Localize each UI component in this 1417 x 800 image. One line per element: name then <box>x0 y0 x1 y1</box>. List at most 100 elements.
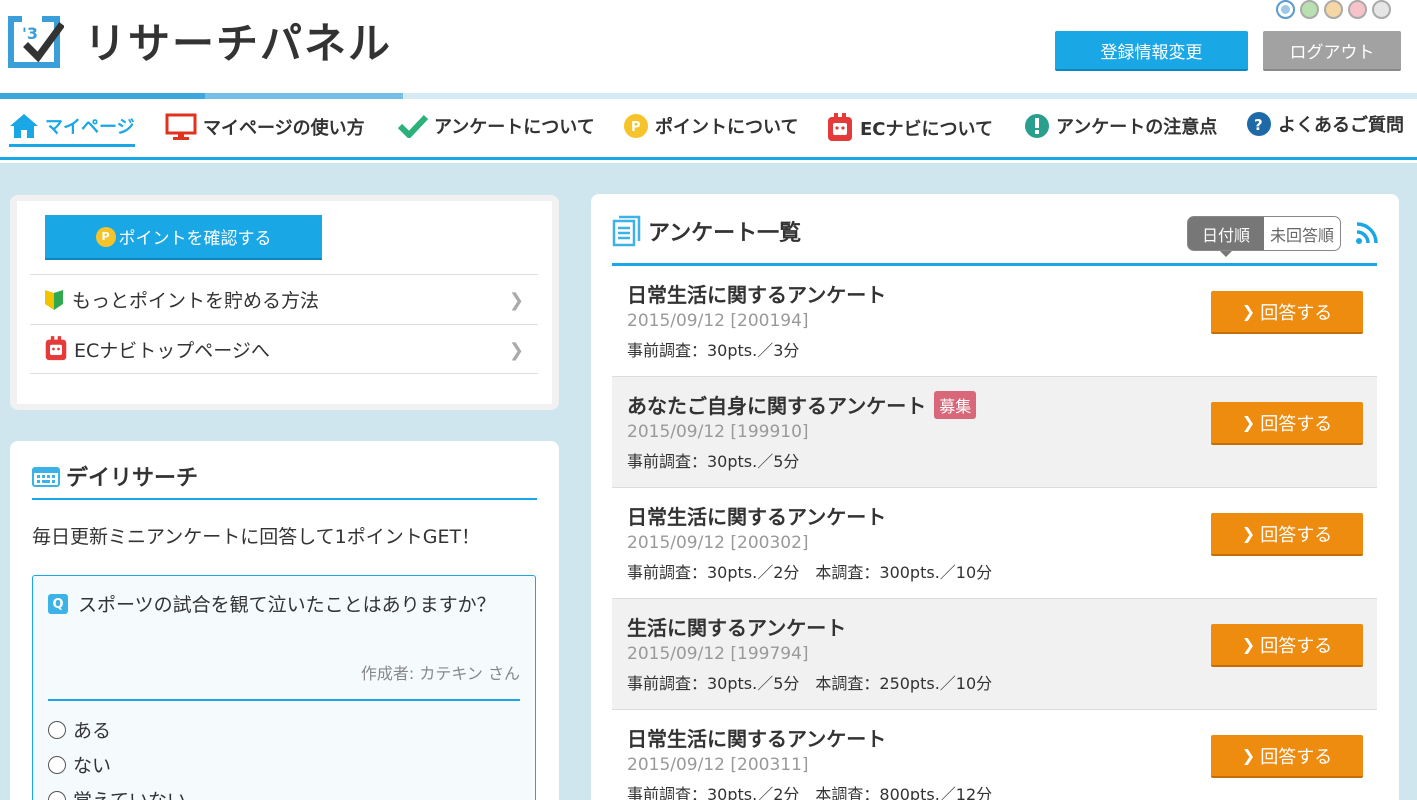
answer-button[interactable]: ❯ 回答する <box>1211 735 1363 778</box>
chevron-right-icon: ❯ <box>508 290 524 311</box>
survey-title[interactable]: あなたご自身に関するアンケート 募集 <box>627 390 977 419</box>
survey-title[interactable]: 生活に関するアンケート <box>627 612 846 641</box>
nav-item-label: アンケートの注意点 <box>1056 117 1218 138</box>
theme-dot-pink[interactable] <box>1348 0 1367 19</box>
nav-item-label: よくあるご質問 <box>1278 115 1404 136</box>
logo-text: リサーチパネル <box>84 19 393 68</box>
answer-button[interactable]: ❯ 回答する <box>1211 513 1363 556</box>
check-icon <box>398 114 428 138</box>
document-list-icon <box>612 215 641 247</box>
nav-item-faq[interactable]: ? よくあるご質問 <box>1246 111 1404 137</box>
theme-dot-blue[interactable] <box>1276 0 1295 19</box>
survey-points: 事前調査：30pts.／2分 本調査：300pts.／10分 <box>627 563 993 582</box>
nav-item-about-ecnavi[interactable]: ECナビについて <box>826 113 993 143</box>
nav-item-mypage[interactable]: マイページ <box>9 113 135 139</box>
svg-text:'3: '3 <box>22 24 38 43</box>
sort-by-unanswered[interactable]: 未回答順 <box>1264 217 1340 250</box>
check-points-label: ポイントを確認する <box>118 229 272 249</box>
exclamation-icon <box>1024 113 1050 139</box>
daily-title-divider <box>32 498 537 500</box>
answer-button[interactable]: ❯ 回答する <box>1211 291 1363 334</box>
theme-switcher <box>1276 0 1391 19</box>
question-divider <box>48 699 520 701</box>
link-ecnavi-top[interactable]: ECナビトップページへ ❯ <box>30 324 538 374</box>
option-radio[interactable]: 覚えていない <box>48 786 186 800</box>
point-coin-icon: P <box>95 226 116 247</box>
nav-item-survey-notes[interactable]: アンケートの注意点 <box>1024 113 1217 139</box>
nav-item-about-points[interactable]: P ポイントについて <box>623 113 798 139</box>
site-header: '3 リサーチパネル 登録情報変更 ログアウト <box>0 0 1417 96</box>
survey-date-id: 2015/09/12 [199794] <box>627 644 809 664</box>
monitor-icon <box>165 113 197 141</box>
link-more-points[interactable]: もっとポイントを貯める方法 ❯ <box>30 274 538 324</box>
survey-list-title: アンケート一覧 <box>612 215 801 247</box>
daily-title-text: デイリサーチ <box>66 466 199 491</box>
survey-title[interactable]: 日常生活に関するアンケート <box>627 723 886 752</box>
daily-question-author: 作成者: カテキン さん <box>360 664 520 683</box>
survey-date-id: 2015/09/12 [200311] <box>627 755 809 775</box>
check-points-button[interactable]: P ポイントを確認する <box>45 215 322 260</box>
survey-date-id: 2015/09/12 [200194] <box>627 311 809 331</box>
option-radio[interactable]: ない <box>48 751 111 778</box>
chevron-right-icon: ❯ <box>1241 746 1256 765</box>
answer-button[interactable]: ❯ 回答する <box>1211 402 1363 445</box>
nav-item-about-surveys[interactable]: アンケートについて <box>398 113 595 139</box>
theme-dot-gray[interactable] <box>1372 0 1391 19</box>
main-nav: マイページ マイページの使い方 アンケートについて P ポイントについて ECナ… <box>0 99 1417 160</box>
ecnavi-icon <box>826 113 854 143</box>
logo[interactable]: '3 リサーチパネル <box>8 10 392 71</box>
survey-points: 事前調査：30pts.／5分 本調査：250pts.／10分 <box>627 674 993 693</box>
survey-title[interactable]: 日常生活に関するアンケート <box>627 501 886 530</box>
survey-points: 事前調査：30pts.／2分 本調査：800pts.／12分 <box>627 785 993 800</box>
point-coin-icon: P <box>623 113 649 139</box>
chevron-right-icon: ❯ <box>508 340 524 361</box>
radio-icon[interactable] <box>48 720 66 739</box>
chevron-right-icon: ❯ <box>1241 524 1256 543</box>
beginner-leaf-icon <box>45 289 63 310</box>
radio-icon[interactable] <box>48 790 66 800</box>
survey-date-id: 2015/09/12 [199910] <box>627 422 809 442</box>
chevron-right-icon: ❯ <box>1241 302 1256 321</box>
svg-text:?: ? <box>1254 116 1263 134</box>
nav-item-howto[interactable]: マイページの使い方 <box>165 113 365 141</box>
radio-icon[interactable] <box>48 755 66 774</box>
daily-question-text: スポーツの試合を観て泣いたことはありますか？ <box>78 594 496 616</box>
theme-dot-orange[interactable] <box>1324 0 1343 19</box>
logo-mark-icon: '3 <box>8 15 64 68</box>
theme-dot-green[interactable] <box>1300 0 1319 19</box>
survey-row: 生活に関するアンケート 2015/09/12 [199794] 事前調査：30p… <box>612 599 1377 710</box>
survey-row: あなたご自身に関するアンケート 募集 2015/09/12 [199910] 事前… <box>612 377 1377 488</box>
home-icon <box>9 113 39 139</box>
survey-row: 日常生活に関するアンケート 2015/09/12 [200311] 事前調査：3… <box>612 710 1377 800</box>
chevron-right-icon: ❯ <box>1241 635 1256 654</box>
svg-text:P: P <box>631 120 641 135</box>
logout-button[interactable]: ログアウト <box>1263 31 1401 71</box>
daily-research-title: デイリサーチ <box>32 460 198 492</box>
sort-toggle: 日付順 未回答順 <box>1187 216 1341 257</box>
survey-row: 日常生活に関するアンケート 2015/09/12 [200194] 事前調査：3… <box>612 266 1377 377</box>
survey-date-id: 2015/09/12 [200302] <box>627 533 809 553</box>
link-label: ECナビトップページへ <box>74 339 270 362</box>
option-label: ない <box>73 755 112 777</box>
option-label: ある <box>73 720 112 742</box>
question-badge-icon: Q <box>48 594 68 614</box>
nav-item-label: ECナビについて <box>860 119 993 140</box>
keyboard-icon <box>32 467 60 487</box>
chevron-right-icon: ❯ <box>1241 413 1256 432</box>
question-icon: ? <box>1246 111 1272 137</box>
recruit-badge: 募集 <box>934 390 977 419</box>
option-radio[interactable]: ある <box>48 716 111 743</box>
option-label: 覚えていない <box>73 786 186 800</box>
nav-active-underline <box>9 144 135 147</box>
register-info-button[interactable]: 登録情報変更 <box>1055 31 1248 71</box>
nav-item-label: マイページの使い方 <box>203 118 365 139</box>
link-label: もっとポイントを貯める方法 <box>72 290 320 312</box>
survey-row: 日常生活に関するアンケート 2015/09/12 [200302] 事前調査：3… <box>612 488 1377 599</box>
sort-by-date[interactable]: 日付順 <box>1188 217 1264 257</box>
survey-title[interactable]: 日常生活に関するアンケート <box>627 279 886 308</box>
answer-button[interactable]: ❯ 回答する <box>1211 624 1363 667</box>
nav-item-label: マイページ <box>45 117 135 138</box>
rss-icon[interactable] <box>1355 221 1379 249</box>
survey-list-title-text: アンケート一覧 <box>648 221 802 246</box>
daily-description: 毎日更新ミニアンケートに回答して1ポイントGET！ <box>32 526 481 548</box>
